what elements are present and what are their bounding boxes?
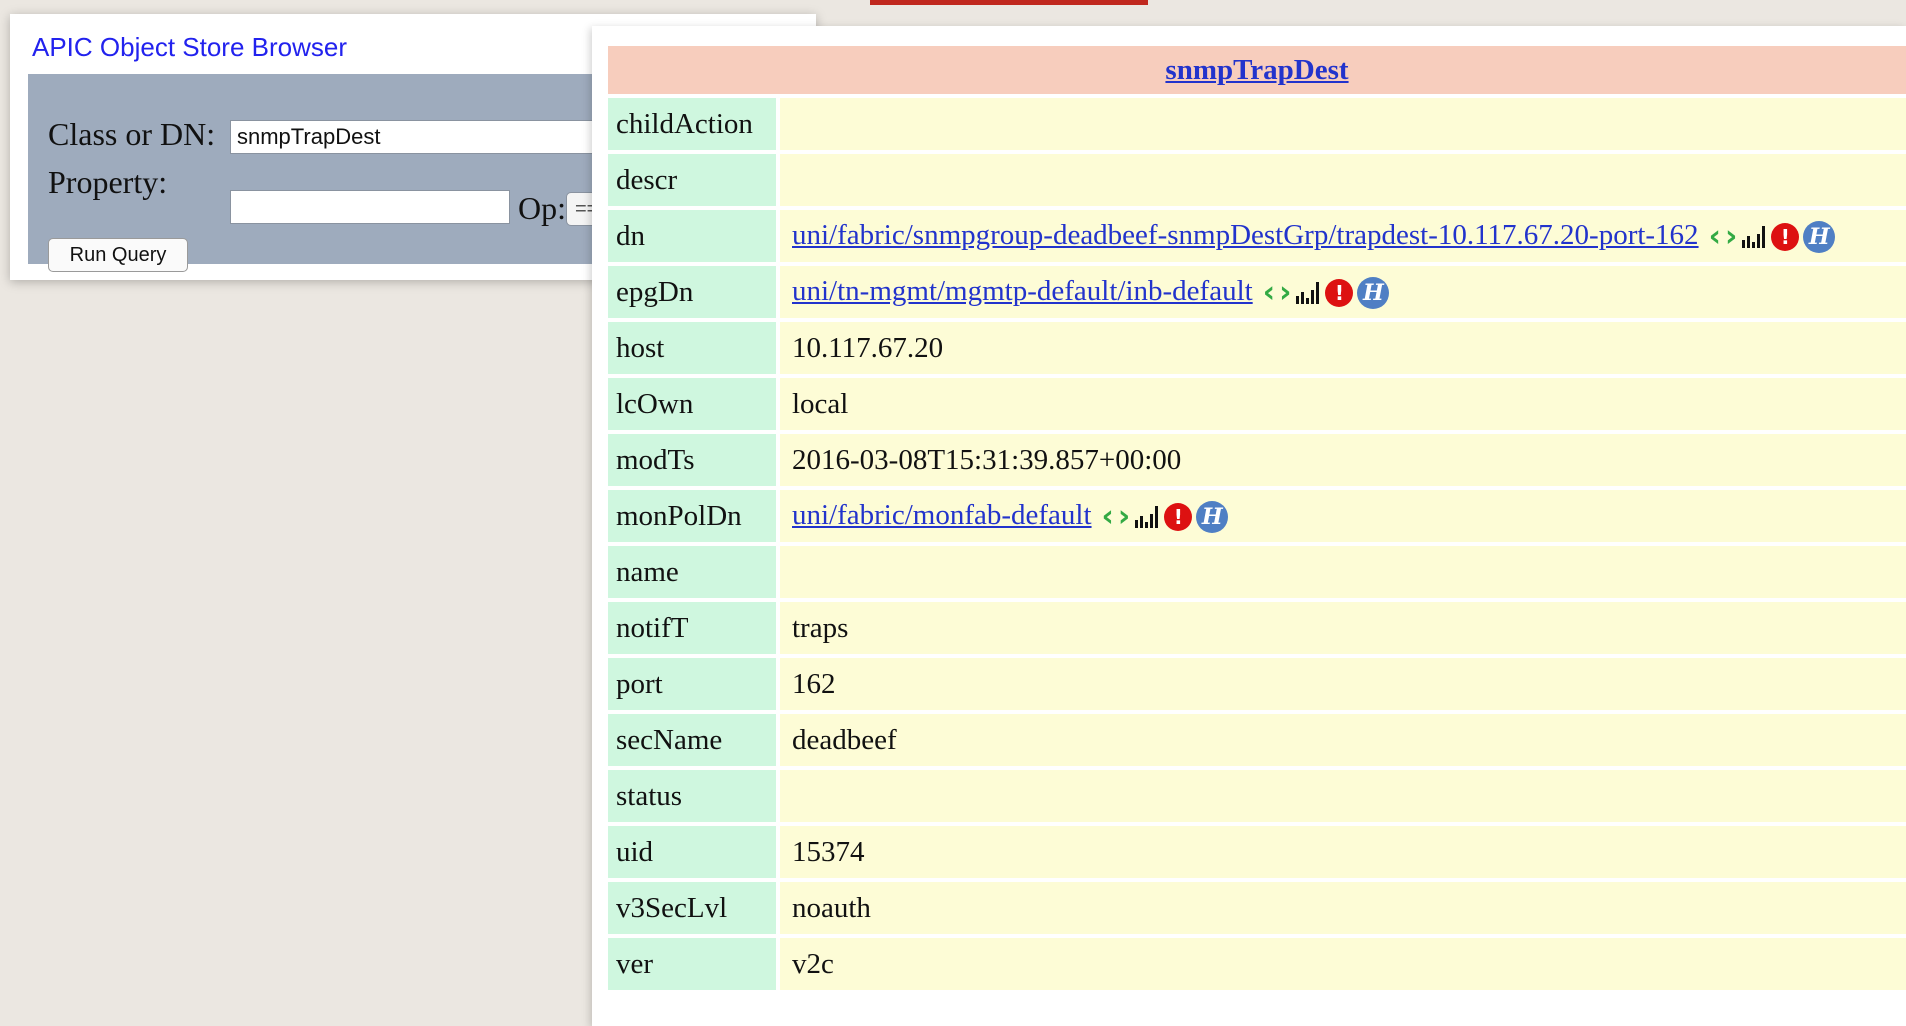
property-name: uid bbox=[608, 826, 776, 878]
property-value: 2016-03-08T15:31:39.857+00:00 bbox=[776, 434, 1906, 486]
property-value: 162 bbox=[776, 658, 1906, 710]
property-name: descr bbox=[608, 154, 776, 206]
property-label: Property: bbox=[48, 164, 168, 200]
property-name: status bbox=[608, 770, 776, 822]
op-label: Op: bbox=[518, 190, 566, 226]
property-name: port bbox=[608, 658, 776, 710]
table-row: lcOwn local bbox=[608, 378, 1906, 430]
dn-nav-icons: ‹ ›! H bbox=[1709, 221, 1836, 254]
chevron-left-icon[interactable]: ‹ bbox=[1263, 278, 1275, 308]
fault-icon[interactable]: ! bbox=[1164, 503, 1193, 532]
class-name-link[interactable]: snmpTrapDest bbox=[1165, 54, 1348, 86]
property-name: secName bbox=[608, 714, 776, 766]
chevron-right-icon[interactable]: › bbox=[1725, 222, 1737, 252]
table-row: modTs 2016-03-08T15:31:39.857+00:00 bbox=[608, 434, 1906, 486]
table-row: host 10.117.67.20 bbox=[608, 322, 1906, 374]
property-name: ver bbox=[608, 938, 776, 990]
table-row: name bbox=[608, 546, 1906, 598]
table-row: notifT traps bbox=[608, 602, 1906, 654]
property-name: host bbox=[608, 322, 776, 374]
dn-link[interactable]: uni/fabric/snmpgroup-deadbeef-snmpDestGr… bbox=[792, 219, 1699, 251]
stats-bars-icon[interactable] bbox=[1134, 506, 1160, 529]
class-header: snmpTrapDest bbox=[608, 46, 1906, 94]
property-value: traps bbox=[776, 602, 1906, 654]
property-value: uni/fabric/snmpgroup-deadbeef-snmpDestGr… bbox=[776, 210, 1906, 262]
stats-bars-icon[interactable] bbox=[1741, 226, 1767, 249]
class-or-dn-label: Class or DN: bbox=[48, 116, 216, 152]
property-value: uni/tn-mgmt/mgmtp-default/inb-default ‹ ›!… bbox=[776, 266, 1906, 318]
property-value bbox=[776, 154, 1906, 206]
table-row: ver v2c bbox=[608, 938, 1906, 990]
history-icon[interactable]: H bbox=[1357, 277, 1390, 310]
property-value: 10.117.67.20 bbox=[776, 322, 1906, 374]
table-row: status bbox=[608, 770, 1906, 822]
chevron-right-icon[interactable]: › bbox=[1118, 502, 1130, 532]
result-panel: snmpTrapDest childAction descr dn uni/fabri… bbox=[592, 26, 1906, 1026]
property-name: name bbox=[608, 546, 776, 598]
stats-bars-icon[interactable] bbox=[1295, 282, 1321, 305]
history-icon[interactable]: H bbox=[1803, 221, 1836, 254]
property-value: uni/fabric/monfab-default ‹ ›! H bbox=[776, 490, 1906, 542]
chevron-left-icon[interactable]: ‹ bbox=[1709, 222, 1721, 252]
table-row: secName deadbeef bbox=[608, 714, 1906, 766]
table-row: childAction bbox=[608, 98, 1906, 150]
table-row: uid 15374 bbox=[608, 826, 1906, 878]
property-value bbox=[776, 546, 1906, 598]
dn-nav-icons: ‹ ›! H bbox=[1102, 501, 1229, 534]
chevron-left-icon[interactable]: ‹ bbox=[1102, 502, 1114, 532]
fault-icon[interactable]: ! bbox=[1771, 223, 1800, 252]
property-value bbox=[776, 770, 1906, 822]
property-name: epgDn bbox=[608, 266, 776, 318]
table-row: port 162 bbox=[608, 658, 1906, 710]
history-icon[interactable]: H bbox=[1196, 501, 1229, 534]
table-row: v3SecLvl noauth bbox=[608, 882, 1906, 934]
property-name: v3SecLvl bbox=[608, 882, 776, 934]
property-input[interactable] bbox=[230, 190, 510, 224]
dn-nav-icons: ‹ ›! H bbox=[1263, 277, 1390, 310]
property-name: monPolDn bbox=[608, 490, 776, 542]
property-value: local bbox=[776, 378, 1906, 430]
table-row: monPolDn uni/fabric/monfab-default ‹ ›! H bbox=[608, 490, 1906, 542]
property-value: 15374 bbox=[776, 826, 1906, 878]
attributes-table: snmpTrapDest childAction descr dn uni/fabri… bbox=[608, 42, 1906, 994]
table-row: dn uni/fabric/snmpgroup-deadbeef-snmpDest… bbox=[608, 210, 1906, 262]
property-value: noauth bbox=[776, 882, 1906, 934]
property-value: v2c bbox=[776, 938, 1906, 990]
property-name: dn bbox=[608, 210, 776, 262]
top-accent-strip bbox=[870, 0, 1148, 5]
table-row: epgDn uni/tn-mgmt/mgmtp-default/inb-defau… bbox=[608, 266, 1906, 318]
run-query-button[interactable]: Run Query bbox=[48, 238, 188, 272]
chevron-right-icon[interactable]: › bbox=[1279, 278, 1291, 308]
table-row: descr bbox=[608, 154, 1906, 206]
attributes-body: childAction descr dn uni/fabric/snmpgroup-d… bbox=[608, 98, 1906, 990]
dn-link[interactable]: uni/tn-mgmt/mgmtp-default/inb-default bbox=[792, 275, 1253, 307]
property-name: notifT bbox=[608, 602, 776, 654]
property-name: lcOwn bbox=[608, 378, 776, 430]
property-name: modTs bbox=[608, 434, 776, 486]
property-name: childAction bbox=[608, 98, 776, 150]
property-value bbox=[776, 98, 1906, 150]
property-value: deadbeef bbox=[776, 714, 1906, 766]
browser-title: APIC Object Store Browser bbox=[32, 32, 347, 62]
dn-link[interactable]: uni/fabric/monfab-default bbox=[792, 499, 1092, 531]
fault-icon[interactable]: ! bbox=[1325, 279, 1354, 308]
